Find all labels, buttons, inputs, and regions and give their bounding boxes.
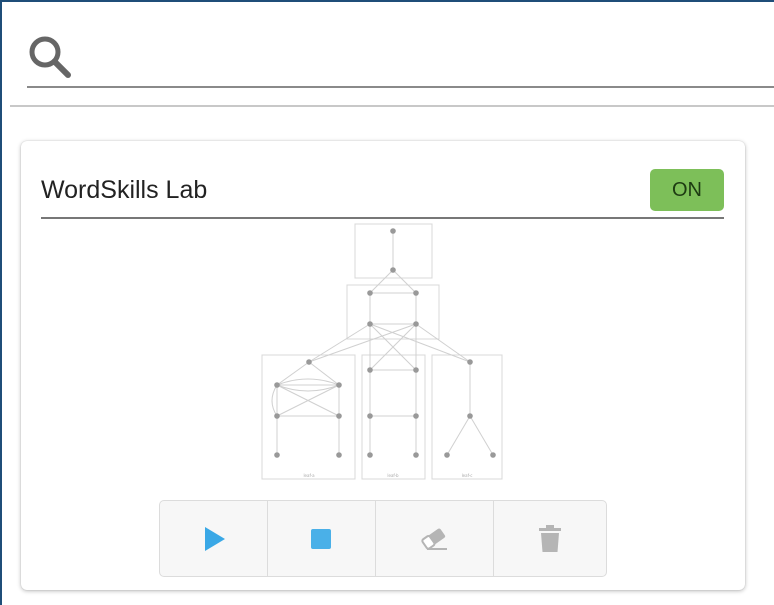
- start-button[interactable]: [160, 501, 269, 576]
- group-box-right: [431, 354, 503, 480]
- delete-button[interactable]: [494, 501, 606, 576]
- stop-icon: [311, 528, 332, 549]
- lab-action-bar: [159, 500, 607, 577]
- topology-diagram: leaf-a leaf-b leaf-c: [261, 223, 503, 480]
- topology-nodes: [274, 228, 496, 458]
- search-input[interactable]: [87, 40, 771, 78]
- stop-button[interactable]: [268, 501, 376, 576]
- lab-title: WordSkills Lab: [41, 176, 208, 204]
- wipe-button[interactable]: [376, 501, 494, 576]
- card-header: WordSkills Lab ON: [41, 169, 724, 219]
- search-icon[interactable]: [27, 34, 73, 80]
- lab-card: WordSkills Lab ON leaf-a leaf-b leaf-c: [21, 141, 745, 590]
- search-bar: [27, 32, 774, 88]
- trash-icon: [538, 524, 561, 552]
- group-label-center: leaf-b: [387, 473, 399, 478]
- app-frame: WordSkills Lab ON leaf-a leaf-b leaf-c: [0, 0, 774, 605]
- play-icon: [204, 526, 225, 551]
- group-label-right: leaf-c: [462, 473, 473, 478]
- group-label-left: leaf-a: [303, 473, 315, 478]
- header-divider: [10, 105, 774, 107]
- eraser-icon: [421, 528, 448, 550]
- status-toggle[interactable]: ON: [650, 169, 724, 211]
